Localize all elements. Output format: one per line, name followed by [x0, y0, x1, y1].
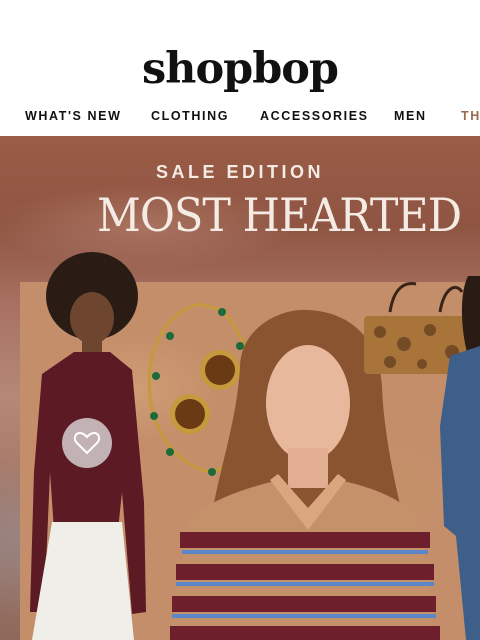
nav-item-accessories[interactable]: ACCESSORIES [260, 109, 369, 123]
heart-icon [73, 431, 101, 455]
hero-headline: MOST HEARTED [97, 188, 462, 242]
hero-eyebrow: SALE EDITION [155, 162, 324, 182]
nav-item-truncated[interactable]: TH [461, 109, 480, 123]
nav-item-whats-new[interactable]: WHAT'S NEW [25, 109, 122, 123]
favorite-button[interactable] [62, 418, 112, 468]
main-nav: WHAT'S NEW CLOTHING ACCESSORIES MEN TH [0, 106, 480, 128]
shopbop-logo[interactable]: shopbop [0, 44, 480, 94]
nav-item-clothing[interactable]: CLOTHING [151, 109, 229, 123]
model-right-image[interactable] [438, 276, 480, 640]
nav-item-men[interactable]: MEN [394, 109, 427, 123]
hero-banner[interactable]: SALE EDITION MOST HEARTED [0, 136, 480, 640]
